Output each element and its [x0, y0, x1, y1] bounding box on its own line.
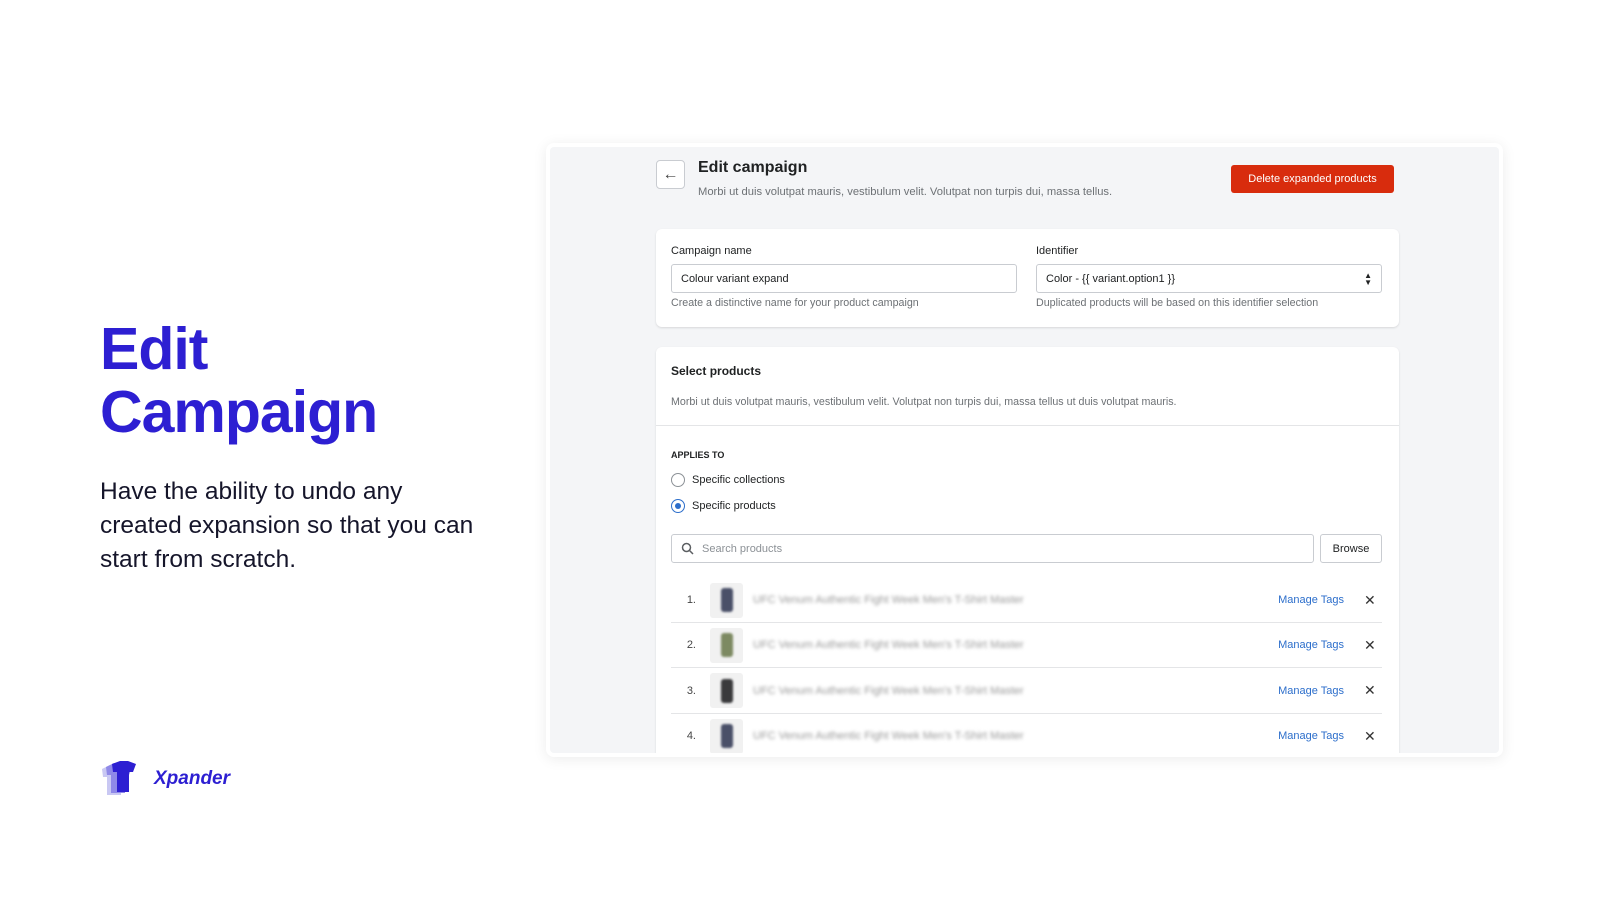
product-index: 4.: [686, 730, 696, 743]
radio-label: Specific collections: [692, 474, 785, 486]
identifier-help: Duplicated products will be based on thi…: [1036, 297, 1319, 309]
brand-name: Xpander: [154, 768, 231, 789]
product-row: 1. UFC Venum Authentic Fight Week Men's …: [671, 578, 1382, 623]
product-index: 1.: [686, 594, 696, 606]
product-row: 4. UFC Venum Authentic Fight Week Men's …: [671, 714, 1382, 753]
brand-logo: Xpander: [100, 761, 230, 797]
radio-specific-products[interactable]: Specific products: [671, 499, 776, 513]
search-products-input[interactable]: Search products: [671, 534, 1314, 563]
identifier-select[interactable]: Color - {{ variant.option1 }} ▲ ▼: [1036, 264, 1382, 293]
identifier-label: Identifier: [1036, 245, 1079, 257]
select-products-card: Select products Morbi ut duis volutpat m…: [656, 347, 1399, 753]
campaign-settings-card: Campaign name Colour variant expand Crea…: [656, 229, 1399, 327]
page-title: Edit campaign: [698, 159, 808, 176]
product-index: 2.: [686, 639, 696, 652]
tshirt-image: [720, 724, 733, 749]
remove-product-close-icon[interactable]: ✕: [1364, 728, 1382, 745]
product-thumbnail: [710, 718, 743, 753]
product-row: 2. UFC Venum Authentic Fight Week Men's …: [671, 623, 1382, 669]
campaign-name-help: Create a distinctive name for your produ…: [671, 297, 919, 309]
product-thumbnail: [710, 582, 743, 618]
arrow-left-icon: ←: [662, 165, 679, 183]
delete-expanded-products-button[interactable]: Delete expanded products: [1231, 165, 1394, 193]
hero-title-line: Campaign: [100, 379, 378, 445]
tshirt-image: [720, 678, 733, 703]
remove-product-close-icon[interactable]: ✕: [1364, 637, 1382, 654]
back-button[interactable]: ←: [656, 160, 685, 189]
manage-tags-link[interactable]: Manage Tags: [1278, 685, 1344, 697]
hero-title: Edit Campaign: [100, 316, 378, 445]
manage-tags-link[interactable]: Manage Tags: [1278, 730, 1344, 742]
tshirt-image: [720, 633, 733, 658]
divider: [656, 425, 1399, 426]
tshirt-logo-icon: [102, 761, 136, 795]
radio-specific-collections[interactable]: Specific collections: [671, 473, 785, 487]
remove-product-close-icon[interactable]: ✕: [1364, 682, 1382, 699]
manage-tags-link[interactable]: Manage Tags: [1278, 639, 1344, 651]
select-arrows-icon: ▲ ▼: [1364, 270, 1372, 287]
section-description: Morbi ut duis volutpat mauris, vestibulu…: [671, 396, 1177, 408]
manage-tags-link[interactable]: Manage Tags: [1278, 594, 1344, 606]
product-thumbnail: [710, 627, 743, 663]
campaign-name-label: Campaign name: [671, 245, 752, 257]
campaign-name-input[interactable]: Colour variant expand: [671, 264, 1017, 293]
product-row: 3. UFC Venum Authentic Fight Week Men's …: [671, 669, 1382, 714]
radio-label: Specific products: [692, 500, 776, 512]
product-name: UFC Venum Authentic Fight Week Men's T-S…: [753, 684, 1024, 697]
page-description: Morbi ut duis volutpat mauris, vestibulu…: [698, 186, 1113, 198]
radio-button[interactable]: [671, 499, 685, 513]
hero-title-line: Edit: [100, 316, 208, 382]
section-title: Select products: [671, 364, 762, 378]
search-placeholder: Search products: [702, 542, 783, 555]
browse-button[interactable]: Browse: [1320, 534, 1382, 563]
product-name: UFC Venum Authentic Fight Week Men's T-S…: [753, 639, 1024, 652]
product-index: 3.: [686, 684, 696, 697]
tshirt-image: [720, 588, 733, 612]
remove-product-close-icon[interactable]: ✕: [1364, 592, 1382, 609]
product-name: UFC Venum Authentic Fight Week Men's T-S…: [753, 594, 1024, 606]
search-icon: [681, 542, 694, 555]
radio-button[interactable]: [671, 473, 685, 487]
product-thumbnail: [710, 673, 743, 709]
applies-to-label: APPLIES TO: [671, 450, 725, 460]
hero-subtitle: Have the ability to undo any created exp…: [100, 478, 474, 573]
identifier-value: Color - {{ variant.option1 }}: [1046, 272, 1176, 285]
app-window: ← Edit campaign Morbi ut duis volutpat m…: [546, 143, 1503, 757]
product-name: UFC Venum Authentic Fight Week Men's T-S…: [753, 730, 1024, 743]
